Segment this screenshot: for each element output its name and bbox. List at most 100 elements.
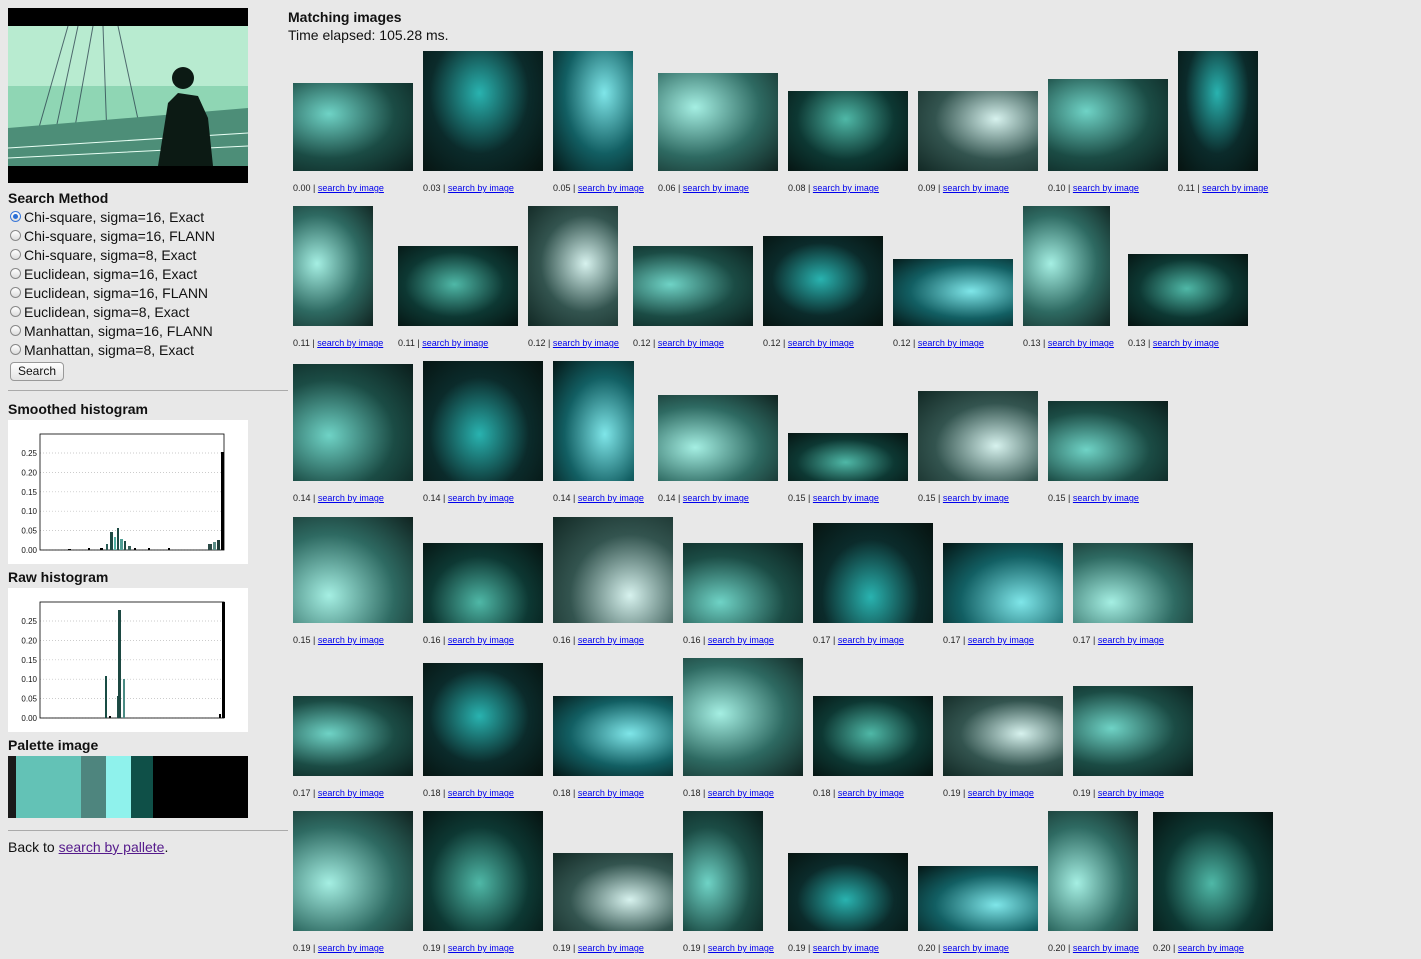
- radio-button[interactable]: [10, 230, 21, 241]
- search-by-image-link[interactable]: search by image: [578, 183, 644, 193]
- search-method-option[interactable]: Euclidean, sigma=16, FLANN: [8, 283, 288, 302]
- search-by-image-link[interactable]: search by image: [1073, 943, 1139, 953]
- result-thumbnail[interactable]: [1073, 686, 1193, 776]
- search-by-image-link[interactable]: search by image: [943, 943, 1009, 953]
- result-thumbnail[interactable]: [553, 696, 673, 776]
- search-by-image-link[interactable]: search by image: [1073, 183, 1139, 193]
- search-method-option[interactable]: Chi-square, sigma=16, FLANN: [8, 226, 288, 245]
- result-thumbnail[interactable]: [293, 811, 413, 931]
- search-by-image-link[interactable]: search by image: [918, 338, 984, 348]
- result-thumbnail[interactable]: [1073, 543, 1193, 623]
- result-thumbnail[interactable]: [293, 364, 413, 481]
- search-by-image-link[interactable]: search by image: [318, 635, 384, 645]
- result-thumbnail[interactable]: [943, 696, 1063, 776]
- result-thumbnail[interactable]: [423, 361, 543, 481]
- search-by-image-link[interactable]: search by image: [578, 493, 644, 503]
- result-thumbnail[interactable]: [813, 523, 933, 623]
- result-thumbnail[interactable]: [633, 246, 753, 326]
- search-by-image-link[interactable]: search by image: [813, 493, 879, 503]
- search-by-image-link[interactable]: search by image: [1153, 338, 1219, 348]
- search-method-option[interactable]: Manhattan, sigma=8, Exact: [8, 340, 288, 359]
- result-thumbnail[interactable]: [1048, 811, 1138, 931]
- search-by-image-link[interactable]: search by image: [422, 338, 488, 348]
- result-thumbnail[interactable]: [293, 83, 413, 171]
- search-by-image-link[interactable]: search by image: [788, 338, 854, 348]
- search-by-pallete-link[interactable]: search by pallete: [59, 839, 165, 855]
- search-by-image-link[interactable]: search by image: [683, 493, 749, 503]
- result-thumbnail[interactable]: [683, 811, 763, 931]
- result-thumbnail[interactable]: [398, 246, 518, 326]
- search-by-image-link[interactable]: search by image: [578, 943, 644, 953]
- search-by-image-link[interactable]: search by image: [838, 788, 904, 798]
- search-by-image-link[interactable]: search by image: [318, 943, 384, 953]
- result-thumbnail[interactable]: [788, 853, 908, 931]
- search-by-image-link[interactable]: search by image: [1098, 635, 1164, 645]
- radio-button[interactable]: [10, 249, 21, 260]
- result-thumbnail[interactable]: [553, 361, 634, 481]
- search-by-image-link[interactable]: search by image: [553, 338, 619, 348]
- result-thumbnail[interactable]: [1178, 51, 1258, 171]
- search-by-image-link[interactable]: search by image: [448, 943, 514, 953]
- search-method-option[interactable]: Euclidean, sigma=8, Exact: [8, 302, 288, 321]
- search-method-option[interactable]: Chi-square, sigma=8, Exact: [8, 245, 288, 264]
- result-thumbnail[interactable]: [553, 51, 633, 171]
- search-by-image-link[interactable]: search by image: [708, 943, 774, 953]
- radio-button[interactable]: [10, 287, 21, 298]
- search-by-image-link[interactable]: search by image: [1073, 493, 1139, 503]
- search-by-image-link[interactable]: search by image: [683, 183, 749, 193]
- result-thumbnail[interactable]: [788, 91, 908, 171]
- search-by-image-link[interactable]: search by image: [1178, 943, 1244, 953]
- search-by-image-link[interactable]: search by image: [318, 788, 384, 798]
- search-button[interactable]: Search: [10, 362, 65, 381]
- result-thumbnail[interactable]: [1153, 812, 1273, 931]
- search-method-option[interactable]: Manhattan, sigma=16, FLANN: [8, 321, 288, 340]
- result-thumbnail[interactable]: [763, 236, 883, 326]
- search-by-image-link[interactable]: search by image: [708, 788, 774, 798]
- search-by-image-link[interactable]: search by image: [448, 183, 514, 193]
- search-by-image-link[interactable]: search by image: [1202, 183, 1268, 193]
- result-thumbnail[interactable]: [813, 696, 933, 776]
- radio-button[interactable]: [10, 306, 21, 317]
- result-thumbnail[interactable]: [943, 543, 1063, 623]
- radio-button[interactable]: [10, 268, 21, 279]
- result-thumbnail[interactable]: [423, 51, 543, 171]
- search-by-image-link[interactable]: search by image: [318, 183, 384, 193]
- result-thumbnail[interactable]: [893, 259, 1013, 326]
- search-method-option[interactable]: Euclidean, sigma=16, Exact: [8, 264, 288, 283]
- search-by-image-link[interactable]: search by image: [448, 493, 514, 503]
- search-by-image-link[interactable]: search by image: [448, 635, 514, 645]
- result-thumbnail[interactable]: [423, 543, 543, 623]
- result-thumbnail[interactable]: [423, 663, 543, 776]
- search-by-image-link[interactable]: search by image: [968, 635, 1034, 645]
- search-by-image-link[interactable]: search by image: [317, 338, 383, 348]
- search-by-image-link[interactable]: search by image: [813, 943, 879, 953]
- search-by-image-link[interactable]: search by image: [813, 183, 879, 193]
- result-thumbnail[interactable]: [658, 73, 778, 171]
- result-thumbnail[interactable]: [553, 517, 673, 623]
- result-thumbnail[interactable]: [658, 395, 778, 481]
- search-by-image-link[interactable]: search by image: [1098, 788, 1164, 798]
- radio-button[interactable]: [10, 325, 21, 336]
- radio-button[interactable]: [10, 211, 21, 222]
- result-thumbnail[interactable]: [1048, 79, 1168, 171]
- search-by-image-link[interactable]: search by image: [838, 635, 904, 645]
- result-thumbnail[interactable]: [1128, 254, 1248, 326]
- radio-button[interactable]: [10, 344, 21, 355]
- result-thumbnail[interactable]: [293, 206, 373, 326]
- result-thumbnail[interactable]: [293, 696, 413, 776]
- result-thumbnail[interactable]: [918, 866, 1038, 931]
- result-thumbnail[interactable]: [293, 517, 413, 623]
- search-by-image-link[interactable]: search by image: [708, 635, 774, 645]
- result-thumbnail[interactable]: [528, 206, 618, 326]
- search-by-image-link[interactable]: search by image: [943, 183, 1009, 193]
- search-method-option[interactable]: Chi-square, sigma=16, Exact: [8, 207, 288, 226]
- result-thumbnail[interactable]: [1023, 206, 1110, 326]
- result-thumbnail[interactable]: [918, 91, 1038, 171]
- result-thumbnail[interactable]: [1048, 401, 1168, 481]
- result-thumbnail[interactable]: [423, 811, 543, 931]
- result-thumbnail[interactable]: [683, 658, 803, 776]
- result-thumbnail[interactable]: [683, 543, 803, 623]
- search-by-image-link[interactable]: search by image: [578, 788, 644, 798]
- result-thumbnail[interactable]: [553, 853, 673, 931]
- search-by-image-link[interactable]: search by image: [968, 788, 1034, 798]
